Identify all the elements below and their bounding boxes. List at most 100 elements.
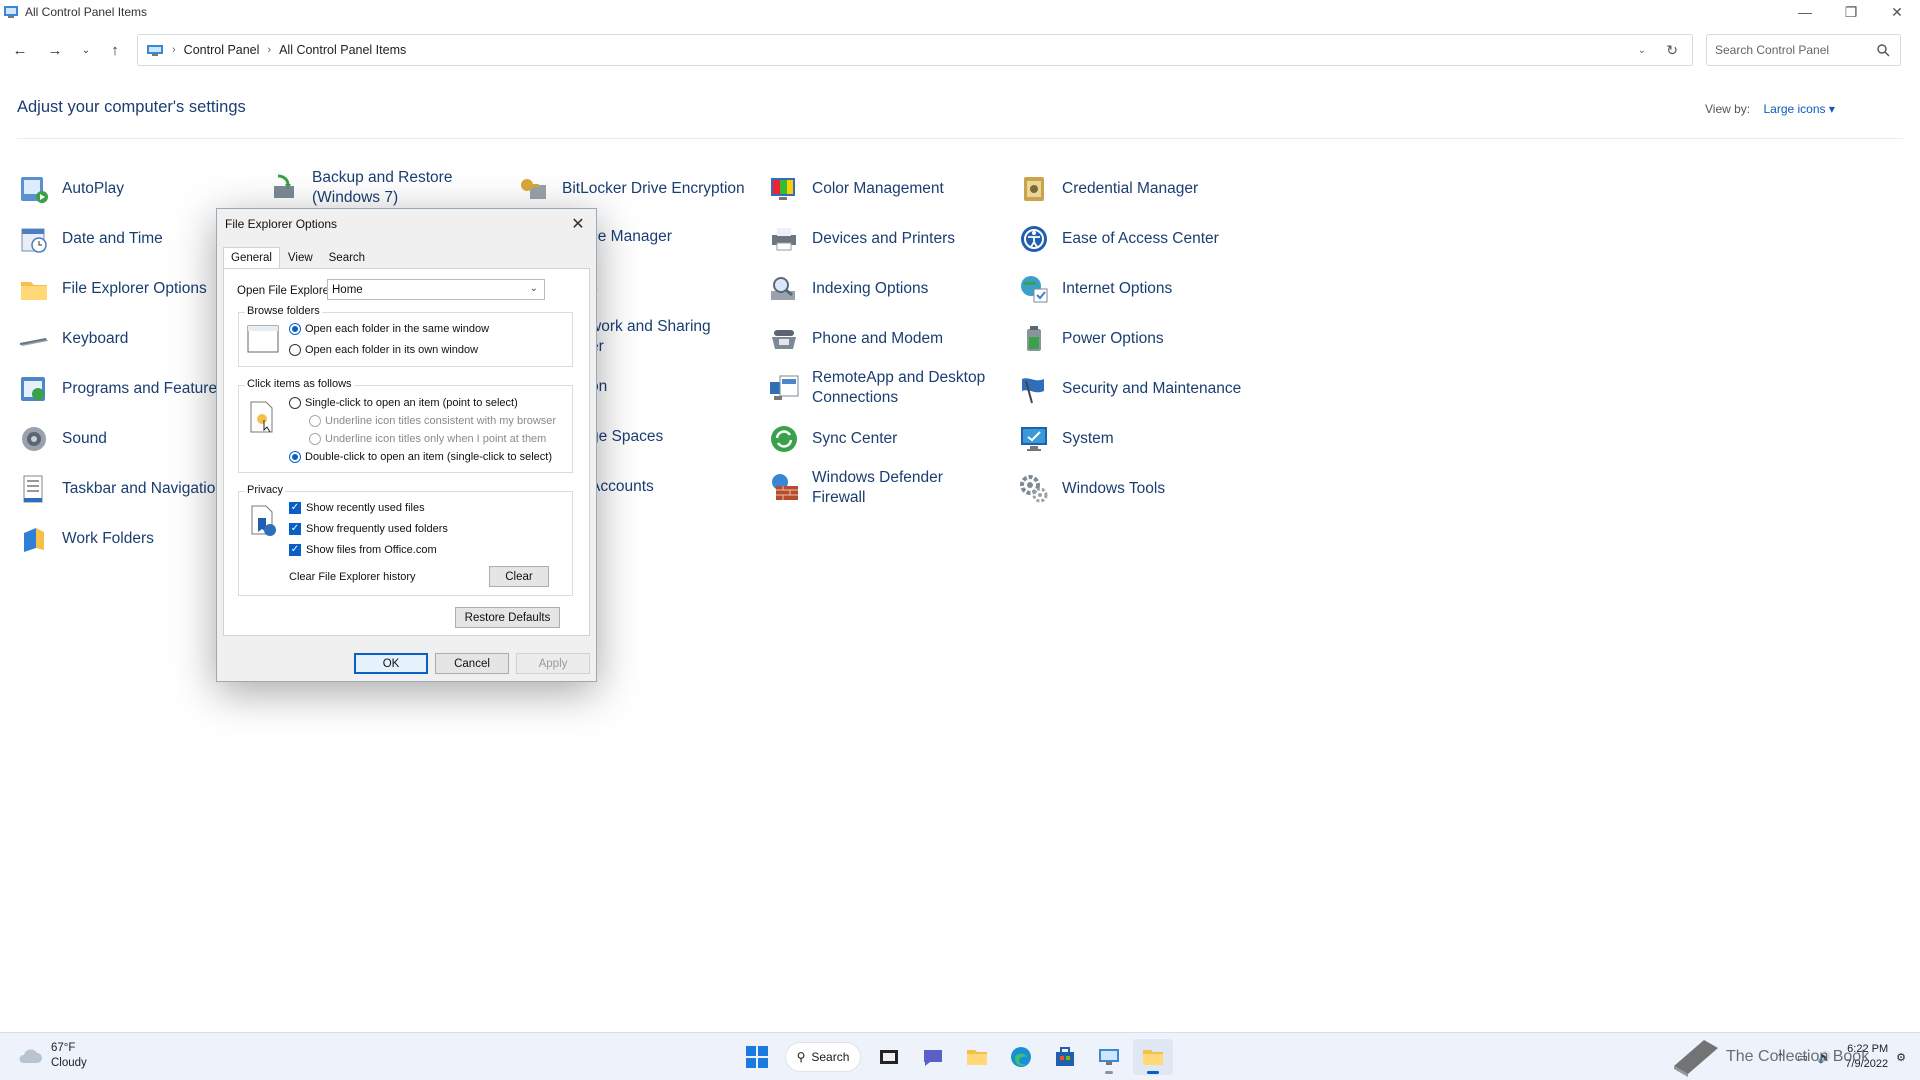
single-click-option[interactable]: Single-click to open an item (point to s… <box>289 397 518 409</box>
notification-icon[interactable]: ⚙ <box>1896 1051 1906 1064</box>
double-click-option[interactable]: Double-click to open an item (single-cli… <box>289 451 552 463</box>
recent-locations-chevron-icon[interactable]: ⌄ <box>74 38 98 62</box>
store-icon[interactable] <box>1045 1039 1085 1075</box>
teams-chat-icon[interactable] <box>913 1039 953 1075</box>
show-frequent-folders-checkbox[interactable]: ✓ Show frequently used folders <box>289 523 448 535</box>
item-backup-and-restore[interactable]: Backup and Restore (Windows 7) <box>267 168 507 208</box>
item-device-manager-label[interactable]: ce Manager <box>590 228 672 246</box>
item-color-management[interactable]: Color Management <box>767 172 1007 206</box>
privacy-legend: Privacy <box>245 484 286 496</box>
browse-same-window-option[interactable]: Open each folder in the same window <box>289 323 489 335</box>
option-label: Underline icon titles only when I point … <box>325 433 547 445</box>
search-icon[interactable] <box>1876 43 1890 57</box>
file-explorer-icon[interactable] <box>957 1039 997 1075</box>
item-ease-of-access[interactable]: Ease of Access Center <box>1017 222 1257 256</box>
restore-defaults-button[interactable]: Restore Defaults <box>455 607 560 628</box>
keyboard-icon <box>17 322 51 356</box>
credential-vault-icon <box>1017 172 1051 206</box>
weather-temperature: 67°F <box>51 1042 76 1054</box>
minimize-button[interactable]: — <box>1782 0 1828 24</box>
address-bar[interactable]: › Control Panel › All Control Panel Item… <box>137 34 1693 66</box>
forward-arrow-icon[interactable]: → <box>43 38 67 62</box>
dialog-close-icon[interactable]: ✕ <box>564 211 592 237</box>
cancel-button[interactable]: Cancel <box>435 653 509 674</box>
item-security-and-maintenance[interactable]: Security and Maintenance <box>1017 372 1257 406</box>
radio-icon[interactable] <box>289 344 301 356</box>
title-bar: All Control Panel Items — ❐ ✕ <box>0 0 1920 24</box>
item-system[interactable]: System <box>1017 422 1257 456</box>
item-user-accounts-label[interactable]: Accounts <box>590 478 654 496</box>
item-internet-options[interactable]: Internet Options <box>1017 272 1257 306</box>
color-management-icon <box>767 172 801 206</box>
taskbar-search-button[interactable]: ⚲ Search <box>785 1042 861 1072</box>
book-watermark-icon <box>1674 1040 1718 1077</box>
item-indexing-options[interactable]: Indexing Options <box>767 272 1007 306</box>
option-label: Double-click to open an item (single-cli… <box>305 451 552 463</box>
back-arrow-icon[interactable]: ← <box>8 38 32 62</box>
search-input[interactable]: Search Control Panel <box>1706 34 1901 66</box>
option-label: Underline icon titles consistent with my… <box>325 415 557 427</box>
underline-browser-option[interactable]: Underline icon titles consistent with my… <box>309 415 556 427</box>
item-power-options[interactable]: Power Options <box>1017 322 1257 356</box>
address-dropdown-icon[interactable]: ⌄ <box>1638 45 1646 56</box>
work-folders-icon <box>17 522 51 556</box>
clear-history-button[interactable]: Clear <box>489 566 549 587</box>
radio-disabled-icon[interactable] <box>309 433 321 445</box>
underline-point-option[interactable]: Underline icon titles only when I point … <box>309 433 546 445</box>
ok-button[interactable]: OK <box>354 653 428 674</box>
item-sync-center[interactable]: Sync Center <box>767 422 1007 456</box>
browse-own-window-option[interactable]: Open each folder in its own window <box>289 344 478 356</box>
item-windows-defender-firewall[interactable]: Windows Defender Firewall <box>767 468 1007 508</box>
task-view-icon[interactable] <box>869 1039 909 1075</box>
view-by-dropdown[interactable]: Large icons ▾ <box>1763 102 1834 116</box>
item-remoteapp[interactable]: RemoteApp and Desktop Connections <box>767 368 1007 408</box>
item-label: Work Folders <box>62 530 154 547</box>
breadcrumb-all-items[interactable]: All Control Panel Items <box>279 43 406 57</box>
show-office-files-checkbox[interactable]: ✓ Show files from Office.com <box>289 544 437 556</box>
page-title: Adjust your computer's settings <box>17 98 246 116</box>
open-file-explorer-to-select[interactable]: Home ⌄ <box>327 279 545 300</box>
item-label: Sound <box>62 430 107 447</box>
cloud-icon <box>19 1049 42 1063</box>
indexing-magnifier-icon <box>767 272 801 306</box>
item-label: Devices and Printers <box>812 230 956 247</box>
show-recent-files-checkbox[interactable]: ✓ Show recently used files <box>289 502 425 514</box>
sync-icon <box>767 422 801 456</box>
radio-selected-icon[interactable] <box>289 451 301 463</box>
tab-view[interactable]: View <box>280 247 321 269</box>
item-label: RemoteApp and Desktop Connections <box>812 369 986 406</box>
control-panel-taskbar-icon[interactable] <box>1089 1039 1129 1075</box>
radio-icon[interactable] <box>289 397 301 409</box>
radio-disabled-icon[interactable] <box>309 415 321 427</box>
start-windows-icon[interactable] <box>737 1039 777 1075</box>
item-windows-tools[interactable]: Windows Tools <box>1017 472 1257 506</box>
view-by-value[interactable]: Large icons <box>1763 102 1825 116</box>
file-explorer-active-icon[interactable] <box>1133 1039 1173 1075</box>
close-button[interactable]: ✕ <box>1874 0 1920 24</box>
item-phone-and-modem[interactable]: Phone and Modem <box>767 322 1007 356</box>
checkbox-checked-icon[interactable]: ✓ <box>289 502 301 514</box>
phone-icon <box>767 322 801 356</box>
item-autoplay[interactable]: AutoPlay <box>17 172 257 206</box>
search-icon: ⚲ <box>796 1050 806 1064</box>
edge-browser-icon[interactable] <box>1001 1039 1041 1075</box>
breadcrumb-control-panel[interactable]: Control Panel <box>184 43 260 57</box>
up-arrow-icon[interactable]: ↑ <box>103 38 127 62</box>
weather-widget[interactable]: 67°F Cloudy <box>17 1041 87 1071</box>
item-credential-manager[interactable]: Credential Manager <box>1017 172 1257 206</box>
globe-icon <box>1017 272 1051 306</box>
apply-button[interactable]: Apply <box>516 653 590 674</box>
tab-general[interactable]: General <box>223 247 280 269</box>
radio-selected-icon[interactable] <box>289 323 301 335</box>
checkbox-checked-icon[interactable]: ✓ <box>289 523 301 535</box>
item-storage-spaces-label[interactable]: ge Spaces <box>590 428 663 446</box>
restore-button[interactable]: ❐ <box>1828 0 1874 24</box>
item-network-sharing-label[interactable]: work and Sharing <box>590 318 711 336</box>
refresh-icon[interactable]: ↻ <box>1666 42 1678 59</box>
checkbox-checked-icon[interactable]: ✓ <box>289 544 301 556</box>
item-devices-and-printers[interactable]: Devices and Printers <box>767 222 1007 256</box>
view-by-label: View by: <box>1705 102 1751 116</box>
item-bitlocker[interactable]: BitLocker Drive Encryption <box>517 172 757 206</box>
tab-search[interactable]: Search <box>321 247 373 269</box>
item-label: Power Options <box>1062 330 1164 347</box>
